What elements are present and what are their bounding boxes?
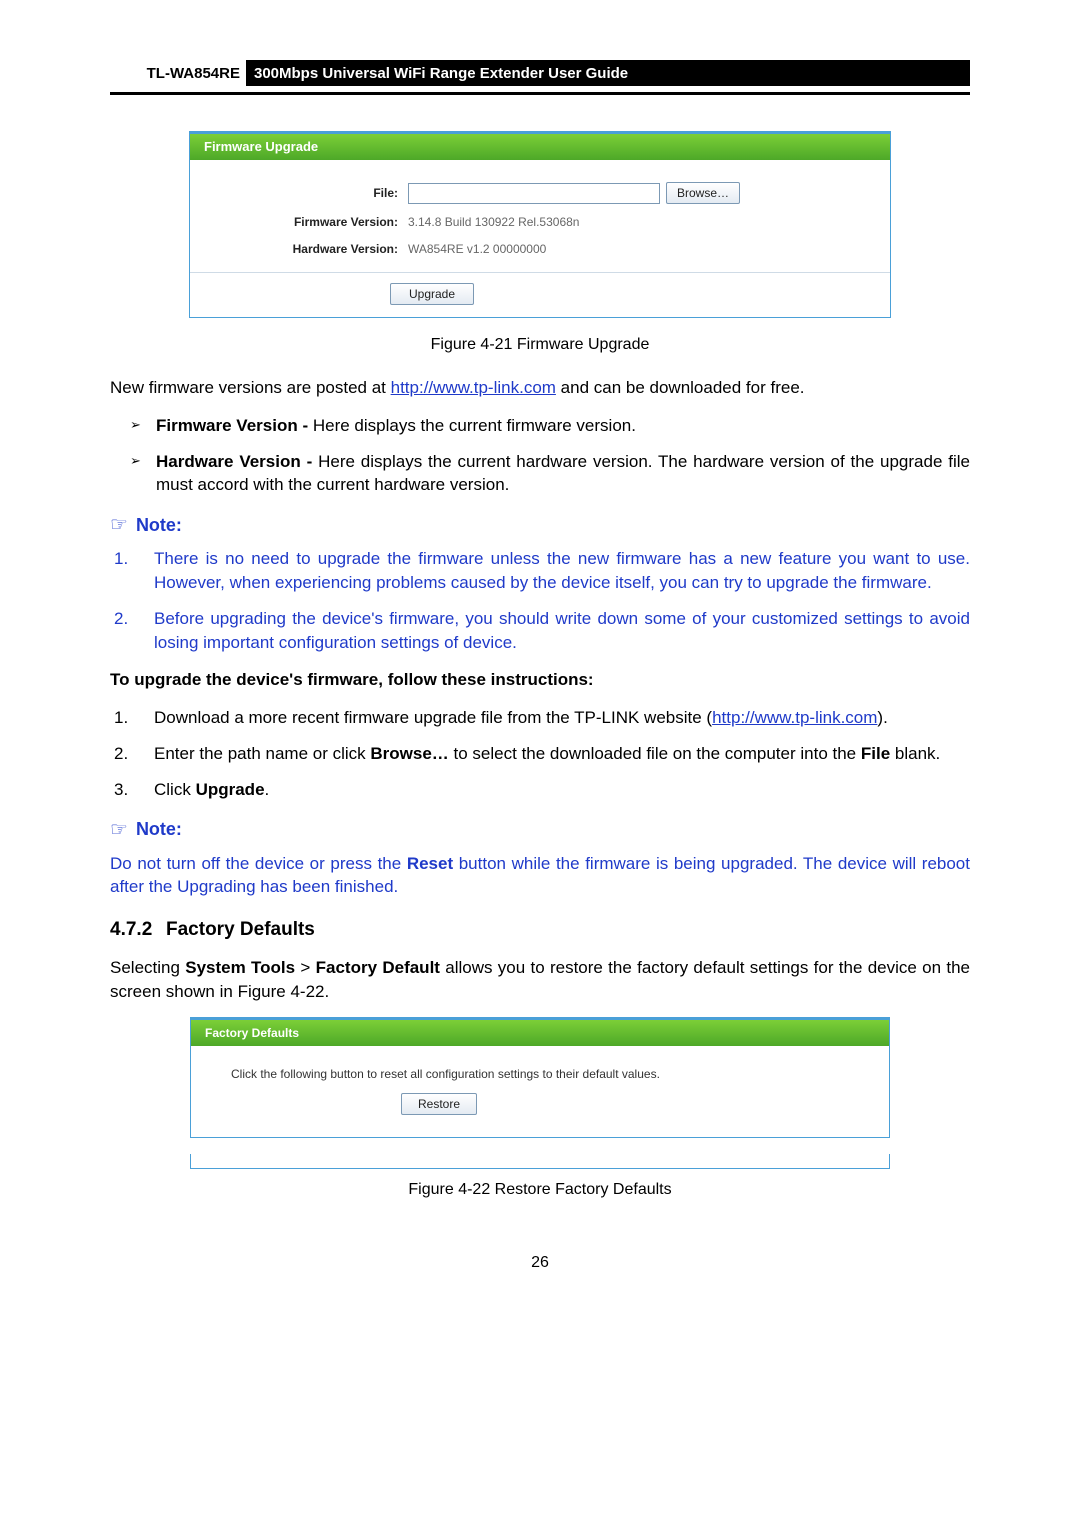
note-1-row: ☞ Note: xyxy=(110,511,970,539)
section-4-7-2-paragraph: Selecting System Tools > Factory Default… xyxy=(110,956,970,1004)
instruction-2: Enter the path name or click Browse… to … xyxy=(114,742,970,766)
note-item-1: There is no need to upgrade the firmware… xyxy=(114,547,970,595)
instruction-1: Download a more recent firmware upgrade … xyxy=(114,706,970,730)
factory-defaults-panel-title: Factory Defaults xyxy=(191,1020,889,1046)
hardware-version-value: WA854RE v1.2 00000000 xyxy=(408,241,866,258)
page-number: 26 xyxy=(110,1252,970,1274)
hardware-version-label: Hardware Version: xyxy=(214,241,408,258)
bullet-firmware-version: Firmware Version - Here displays the cur… xyxy=(136,414,970,438)
firmware-upgrade-panel-title: Firmware Upgrade xyxy=(190,134,890,160)
tp-link-url-2[interactable]: http://www.tp-link.com xyxy=(712,708,877,727)
restore-button[interactable]: Restore xyxy=(401,1093,477,1115)
instructions-heading: To upgrade the device's firmware, follow… xyxy=(110,668,970,692)
hand-icon: ☞ xyxy=(110,511,128,539)
bullet-hardware-version: Hardware Version - Here displays the cur… xyxy=(136,450,970,498)
factory-defaults-desc: Click the following button to reset all … xyxy=(231,1066,849,1083)
instruction-3: Click Upgrade. xyxy=(114,778,970,802)
browse-button[interactable]: Browse… xyxy=(666,182,740,204)
header-rule xyxy=(110,92,970,95)
tp-link-url[interactable]: http://www.tp-link.com xyxy=(391,378,556,397)
firmware-upgrade-panel: Firmware Upgrade File: Browse… Firmware … xyxy=(189,131,891,318)
note-2-row: ☞ Note: xyxy=(110,816,970,844)
firmware-version-value: 3.14.8 Build 130922 Rel.53068n xyxy=(408,214,866,231)
panel-footer-strip xyxy=(190,1154,890,1169)
factory-defaults-panel: Factory Defaults Click the following but… xyxy=(190,1017,890,1169)
figure-4-22-caption: Figure 4-22 Restore Factory Defaults xyxy=(110,1179,970,1201)
hand-icon: ☞ xyxy=(110,816,128,844)
section-4-7-2-heading: 4.7.2Factory Defaults xyxy=(110,917,970,944)
note-2-paragraph: Do not turn off the device or press the … xyxy=(110,852,970,900)
firmware-version-label: Firmware Version: xyxy=(214,214,408,231)
note-item-2: Before upgrading the device's firmware, … xyxy=(114,607,970,655)
note-label: Note: xyxy=(136,817,182,842)
note-label: Note: xyxy=(136,513,182,538)
figure-4-21-caption: Figure 4-21 Firmware Upgrade xyxy=(110,334,970,356)
download-paragraph: New firmware versions are posted at http… xyxy=(110,376,970,400)
header-title: 300Mbps Universal WiFi Range Extender Us… xyxy=(246,60,970,86)
header-model: TL-WA854RE xyxy=(110,60,246,86)
upgrade-button[interactable]: Upgrade xyxy=(390,283,474,305)
page-header: TL-WA854RE 300Mbps Universal WiFi Range … xyxy=(110,60,970,86)
file-input[interactable] xyxy=(408,183,660,204)
file-label: File: xyxy=(214,185,408,202)
